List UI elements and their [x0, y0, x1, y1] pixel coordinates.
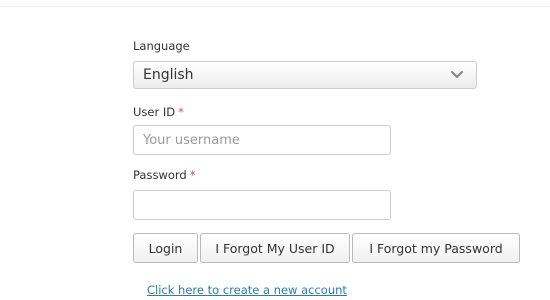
chevron-down-icon — [450, 70, 464, 79]
user-id-label: User ID * — [133, 105, 184, 119]
required-marker: * — [178, 105, 184, 119]
language-label: Language — [133, 39, 190, 53]
language-label-text: Language — [133, 39, 190, 53]
create-account-link[interactable]: Click here to create a new account — [147, 283, 347, 297]
login-button[interactable]: Login — [133, 233, 198, 263]
login-page: Language English User ID* Password* Logi… — [0, 0, 550, 300]
top-divider — [0, 0, 550, 7]
password-input[interactable] — [133, 190, 391, 220]
language-select-value: English — [143, 67, 194, 83]
user-id-label-text: User ID — [133, 105, 176, 119]
password-label: Password * — [133, 168, 195, 182]
forgot-user-id-button[interactable]: I Forgot My User ID — [200, 233, 350, 263]
password-label-text: Password — [133, 168, 187, 182]
required-marker: * — [189, 168, 196, 182]
user-id-input[interactable] — [133, 125, 391, 155]
forgot-password-button[interactable]: I Forgot my Password — [352, 233, 520, 263]
language-select[interactable]: English — [133, 61, 477, 89]
